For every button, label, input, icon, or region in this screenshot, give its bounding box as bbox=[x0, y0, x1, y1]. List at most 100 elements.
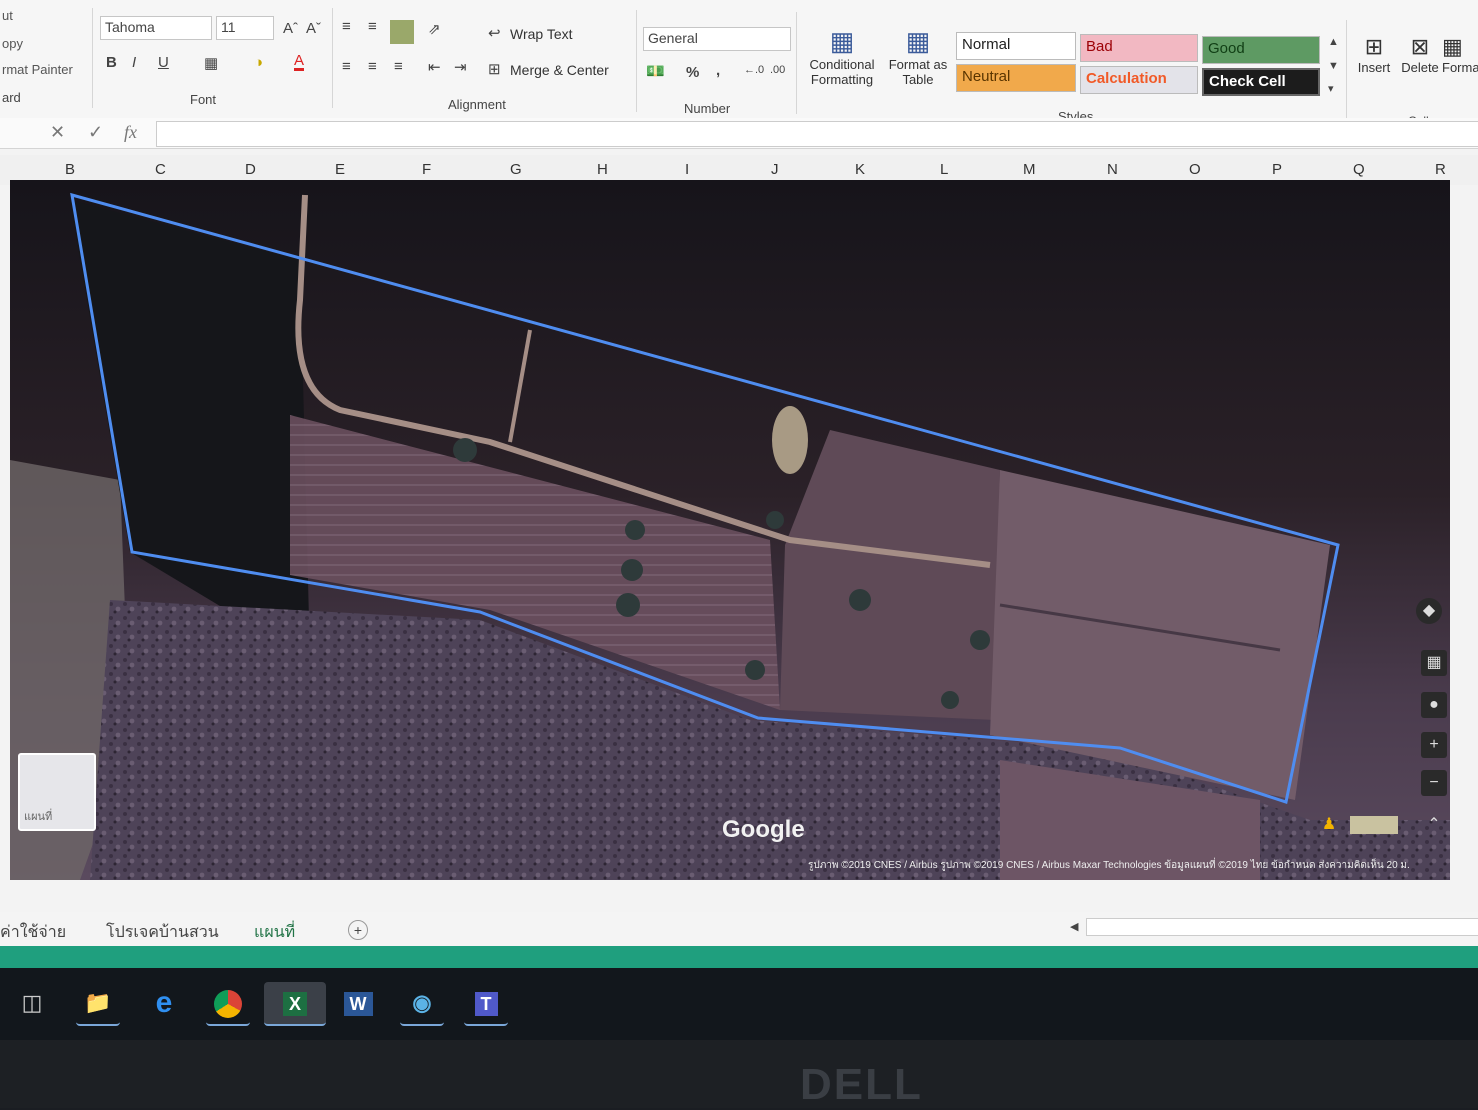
column-header-h[interactable]: H bbox=[597, 161, 608, 178]
column-header-r[interactable]: R bbox=[1435, 161, 1446, 178]
column-header-p[interactable]: P bbox=[1272, 161, 1282, 178]
word-icon[interactable]: W bbox=[336, 982, 380, 1024]
style-good[interactable]: Good bbox=[1202, 36, 1320, 64]
style-neutral[interactable]: Neutral bbox=[956, 64, 1076, 92]
styles-scroll-down-icon[interactable]: ▼ bbox=[1328, 60, 1339, 72]
column-header-o[interactable]: O bbox=[1189, 161, 1201, 178]
merge-center-button[interactable]: Merge & Center bbox=[510, 62, 609, 78]
insert-function-icon[interactable]: fx bbox=[124, 122, 137, 143]
format-painter-button[interactable]: rmat Painter bbox=[2, 62, 73, 77]
location-icon[interactable]: ● bbox=[1421, 692, 1447, 718]
dell-logo: DELL bbox=[800, 1060, 923, 1109]
delete-icon: ⊠ bbox=[1410, 34, 1430, 59]
underline-icon[interactable]: U bbox=[158, 54, 169, 71]
imagery-thumbnails[interactable] bbox=[1350, 816, 1398, 834]
comma-button[interactable]: , bbox=[716, 62, 720, 79]
excel-icon[interactable]: X bbox=[264, 982, 326, 1026]
add-sheet-icon[interactable]: + bbox=[348, 920, 368, 940]
column-header-i[interactable]: I bbox=[685, 161, 689, 178]
sheet-tab-garden-project[interactable]: โปรเจคบ้านสวน bbox=[106, 920, 219, 945]
sheet-tab-expenses[interactable]: ค่าใช้จ่าย bbox=[0, 920, 66, 945]
bold-icon[interactable]: B bbox=[106, 54, 117, 71]
column-header-c[interactable]: C bbox=[155, 161, 166, 178]
sheet-tab-bar: ค่าใช้จ่าย โปรเจคบ้านสวน แผนที่ + ◀ bbox=[0, 912, 1478, 950]
increase-font-icon[interactable]: Aˆ bbox=[283, 20, 298, 37]
column-header-e[interactable]: E bbox=[335, 161, 345, 178]
styles-scroll-up-icon[interactable]: ▲ bbox=[1328, 36, 1339, 48]
italic-icon[interactable]: I bbox=[132, 54, 136, 71]
align-bottom-icon[interactable] bbox=[390, 20, 414, 44]
styles-more-icon[interactable]: ▾ bbox=[1328, 82, 1334, 95]
decrease-decimal-icon[interactable]: .00 bbox=[770, 64, 785, 76]
wrap-text-icon[interactable]: ↩ bbox=[488, 24, 501, 42]
format-cells-button[interactable]: ▦ Forma bbox=[1442, 34, 1478, 75]
align-left-icon[interactable]: ≡ bbox=[342, 58, 351, 75]
map-type-thumbnail[interactable]: แผนที่ bbox=[18, 753, 96, 831]
column-header-m[interactable]: M bbox=[1023, 161, 1036, 178]
align-top-icon[interactable]: ≡ bbox=[342, 18, 351, 35]
fill-color-icon[interactable]: ◑ bbox=[254, 54, 263, 71]
delete-cells-button[interactable]: ⊠ Delete bbox=[1398, 34, 1442, 75]
currency-icon[interactable]: 💵 bbox=[646, 62, 665, 80]
chrome-icon[interactable] bbox=[206, 982, 250, 1026]
decrease-indent-icon[interactable]: ⇤ bbox=[428, 58, 441, 76]
pegman-icon[interactable]: ♟ bbox=[1316, 812, 1342, 838]
column-header-k[interactable]: K bbox=[855, 161, 865, 178]
style-bad[interactable]: Bad bbox=[1080, 34, 1198, 62]
column-header-l[interactable]: L bbox=[940, 161, 948, 178]
increase-indent-icon[interactable]: ⇥ bbox=[454, 58, 467, 76]
column-header-q[interactable]: Q bbox=[1353, 161, 1365, 178]
format-icon: ▦ bbox=[1442, 34, 1463, 59]
font-color-icon[interactable]: A bbox=[294, 53, 305, 71]
app-icon[interactable]: ◉ bbox=[400, 982, 444, 1026]
font-group-label: Font bbox=[190, 92, 217, 107]
column-header-g[interactable]: G bbox=[510, 161, 522, 178]
scroll-left-icon[interactable]: ◀ bbox=[1070, 920, 1078, 933]
column-header-d[interactable]: D bbox=[245, 161, 256, 178]
column-header-n[interactable]: N bbox=[1107, 161, 1118, 178]
column-header-j[interactable]: J bbox=[771, 161, 779, 178]
align-center-icon[interactable]: ≡ bbox=[368, 58, 377, 75]
decrease-font-icon[interactable]: Aˇ bbox=[306, 20, 321, 37]
file-explorer-icon[interactable]: 📁 bbox=[76, 982, 120, 1026]
map-grid-icon[interactable]: ▦ bbox=[1421, 650, 1447, 676]
cut-button[interactable]: ut bbox=[2, 8, 13, 23]
zoom-in-icon[interactable]: + bbox=[1421, 732, 1447, 758]
merge-center-icon[interactable]: ⊞ bbox=[488, 60, 501, 78]
formula-input[interactable] bbox=[156, 121, 1478, 147]
column-header-b[interactable]: B bbox=[65, 161, 75, 178]
align-right-icon[interactable]: ≡ bbox=[394, 58, 403, 75]
divider bbox=[636, 10, 637, 112]
status-bar bbox=[0, 946, 1478, 968]
copy-button[interactable]: opy bbox=[2, 36, 23, 51]
format-as-table-button[interactable]: ▦ Format as Table bbox=[884, 26, 952, 87]
format-as-table-label: Format as Table bbox=[888, 57, 948, 87]
zoom-out-icon[interactable]: − bbox=[1421, 770, 1447, 796]
style-check-cell[interactable]: Check Cell bbox=[1202, 68, 1320, 96]
wrap-text-button[interactable]: Wrap Text bbox=[510, 26, 573, 42]
borders-icon[interactable]: ▦ bbox=[204, 54, 218, 72]
conditional-formatting-icon: ▦ bbox=[829, 26, 855, 56]
style-calculation[interactable]: Calculation bbox=[1080, 66, 1198, 94]
conditional-formatting-button[interactable]: ▦ Conditional Formatting bbox=[800, 26, 884, 87]
insert-cells-button[interactable]: ⊞ Insert bbox=[1350, 34, 1398, 75]
horizontal-scrollbar[interactable] bbox=[1086, 918, 1478, 936]
font-name-select[interactable]: Tahoma bbox=[100, 16, 212, 40]
percent-button[interactable]: % bbox=[686, 64, 699, 81]
orientation-icon[interactable]: ⇗ bbox=[428, 20, 441, 38]
task-view-icon[interactable]: ◫ bbox=[10, 982, 54, 1024]
align-middle-icon[interactable]: ≡ bbox=[368, 18, 377, 35]
number-format-select[interactable]: General bbox=[643, 27, 791, 51]
satellite-map[interactable]: แผนที่ Google รูปภาพ ©2019 CNES / Airbus… bbox=[10, 180, 1450, 880]
compass-icon[interactable]: ◆ bbox=[1416, 598, 1442, 624]
style-normal[interactable]: Normal bbox=[956, 32, 1076, 60]
expand-icon[interactable]: ⌃ bbox=[1421, 812, 1447, 838]
font-size-select[interactable]: 11 bbox=[216, 16, 274, 40]
teams-icon[interactable]: T bbox=[464, 982, 508, 1026]
enter-icon[interactable]: ✓ bbox=[88, 122, 103, 143]
increase-decimal-icon[interactable]: ←.0 bbox=[744, 64, 764, 76]
insert-label: Insert bbox=[1357, 60, 1391, 75]
cancel-icon[interactable]: ✕ bbox=[50, 122, 65, 143]
column-header-f[interactable]: F bbox=[422, 161, 431, 178]
edge-icon[interactable]: e bbox=[142, 982, 186, 1024]
